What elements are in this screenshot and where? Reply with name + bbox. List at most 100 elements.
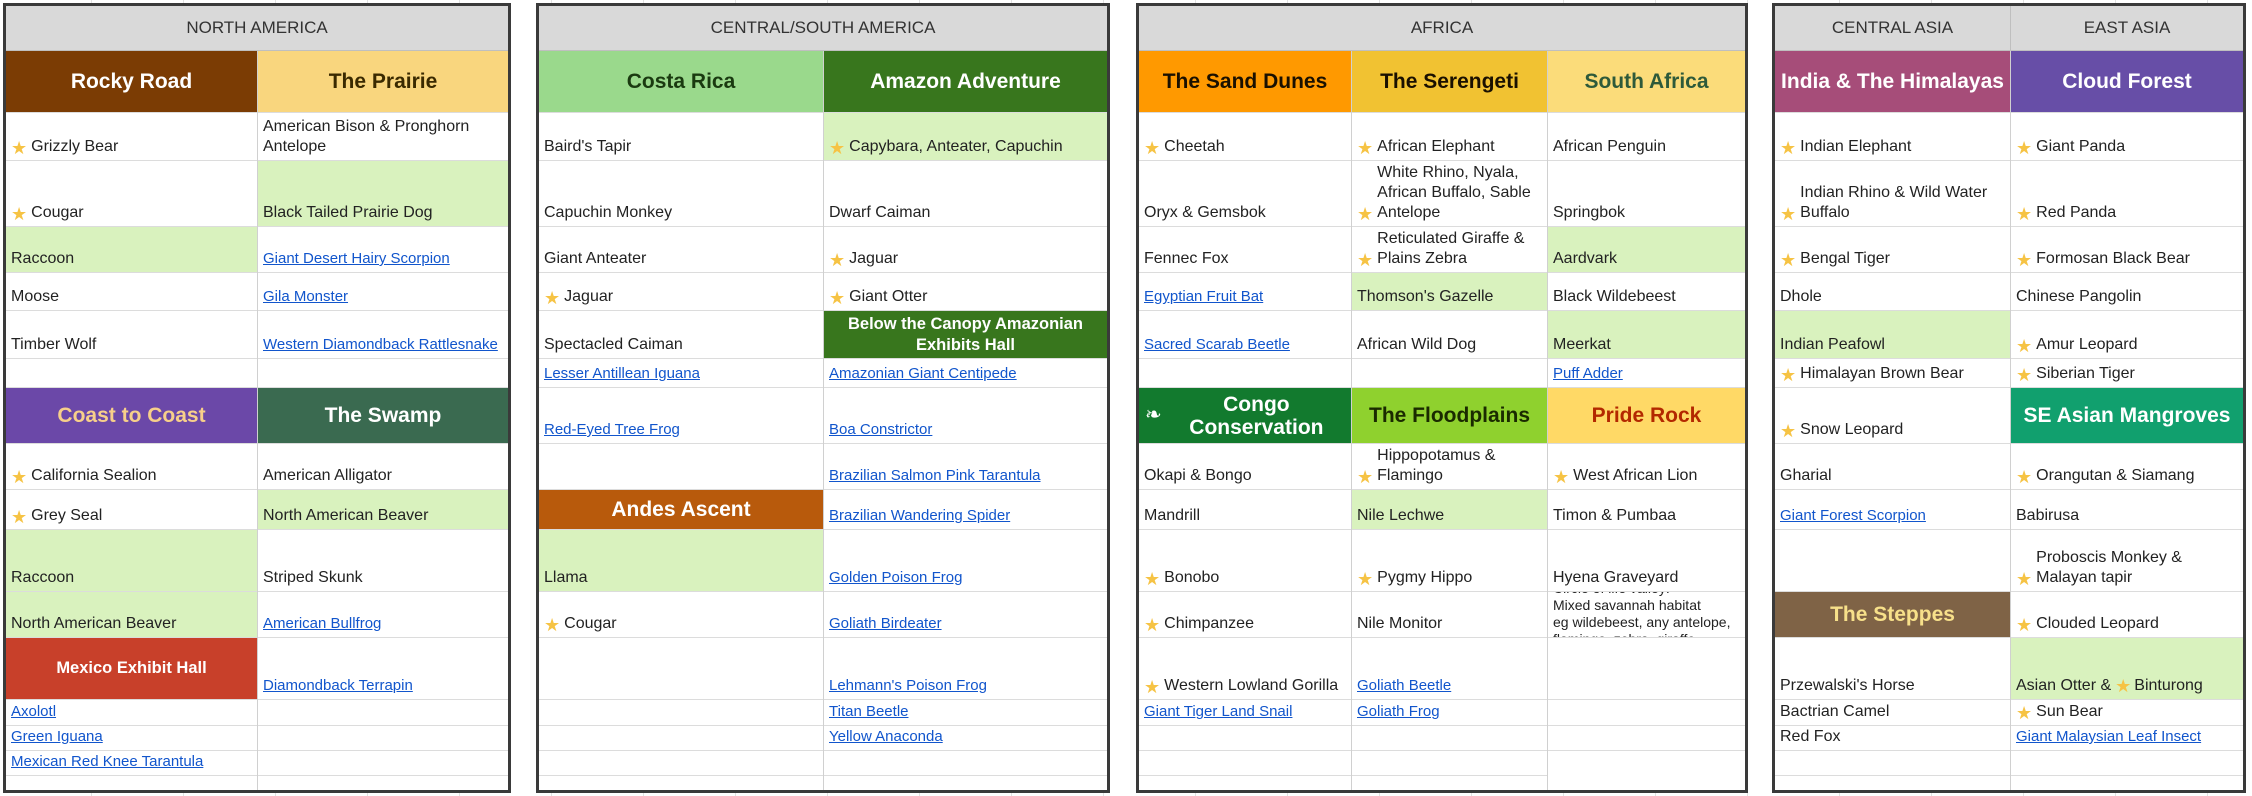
animal-link[interactable]: Lesser Antillean Iguana [544,364,700,384]
animal-cell[interactable]: Yellow Anaconda [824,726,1107,751]
animal-cell[interactable]: Boa Constrictor [824,388,1107,444]
animal-link[interactable]: Giant Malaysian Leaf Insect [2016,727,2201,747]
animal-cell[interactable]: ★ Chimpanzee [1139,592,1351,638]
exhibit-header-the-floodplains[interactable]: The Floodplains [1352,388,1547,444]
animal-cell[interactable]: ★ Snow Leopard [1775,388,2010,444]
animal-cell[interactable]: ★ California Sealion [6,444,257,490]
animal-cell[interactable]: Amazonian Giant Centipede [824,359,1107,388]
animal-cell[interactable]: Timber Wolf [6,311,257,359]
animal-cell[interactable]: Nile Monitor [1352,592,1547,638]
exhibit-header-costa-rica[interactable]: Costa Rica [539,51,823,113]
empty-cell[interactable] [1775,530,2010,592]
animal-cell[interactable]: Green Iguana [6,726,257,751]
animal-cell[interactable]: Lehmann's Poison Frog [824,638,1107,700]
animal-cell[interactable]: African Wild Dog [1352,311,1547,359]
animal-cell[interactable]: ★ Indian Rhino & Wild Water Buffalo [1775,161,2010,227]
exhibit-header-se-asian-mangroves[interactable]: SE Asian Mangroves [2011,388,2243,444]
animal-cell[interactable]: Raccoon [6,530,257,592]
animal-link[interactable]: Giant Forest Scorpion [1780,506,1926,526]
animal-cell[interactable]: Moose [6,273,257,311]
animal-cell[interactable]: Aardvark [1548,227,1745,273]
animal-cell[interactable]: Giant Desert Hairy Scorpion [258,227,508,273]
animal-cell[interactable]: ★ Western Lowland Gorilla [1139,638,1351,700]
animal-cell[interactable]: American Bullfrog [258,592,508,638]
animal-cell[interactable]: ★ Cougar [6,161,257,227]
animal-cell[interactable]: Black Wildebeest [1548,273,1745,311]
animal-link[interactable]: Sacred Scarab Beetle [1144,335,1290,355]
animal-cell[interactable]: Circle of life valley: Mixed savannah ha… [1548,592,1745,638]
animal-cell[interactable]: Meerkat [1548,311,1745,359]
animal-cell[interactable]: Titan Beetle [824,700,1107,726]
animal-cell[interactable]: Giant Tiger Land Snail [1139,700,1351,726]
animal-cell[interactable]: American Alligator [258,444,508,490]
animal-cell[interactable]: Goliath Birdeater [824,592,1107,638]
exhibit-header-coast-to-coast[interactable]: Coast to Coast [6,388,257,444]
empty-cell[interactable] [6,359,257,388]
animal-link[interactable]: Giant Tiger Land Snail [1144,702,1292,722]
exhibit-header-rocky-road[interactable]: Rocky Road [6,51,257,113]
empty-cell[interactable] [1139,359,1351,388]
animal-cell[interactable]: ★ Clouded Leopard [2011,592,2243,638]
animal-cell[interactable]: African Penguin [1548,113,1745,161]
animal-cell[interactable]: ★ Himalayan Brown Bear [1775,359,2010,388]
exhibit-header-the-sand-dunes[interactable]: The Sand Dunes [1139,51,1351,113]
animal-cell[interactable]: Raccoon [6,227,257,273]
animal-cell[interactable]: North American Beaver [6,592,257,638]
animal-cell[interactable]: Nile Lechwe [1352,490,1547,530]
animal-link[interactable]: Western Diamondback Rattlesnake [263,335,498,355]
animal-cell[interactable]: ★ Cheetah [1139,113,1351,161]
animal-cell[interactable]: Giant Forest Scorpion [1775,490,2010,530]
animal-cell[interactable]: Sacred Scarab Beetle [1139,311,1351,359]
animal-link[interactable]: Amazonian Giant Centipede [829,364,1017,384]
exhibit-header-below-the-canopy-amazonian-exhibits-hall[interactable]: Below the Canopy Amazonian Exhibits Hall [824,311,1107,359]
exhibit-header-the-swamp[interactable]: The Swamp [258,388,508,444]
empty-cell[interactable] [1548,726,1745,751]
animal-cell[interactable]: Red Fox [1775,726,2010,751]
exhibit-header-south-africa[interactable]: South Africa [1548,51,1745,113]
animal-cell[interactable]: Hyena Graveyard [1548,530,1745,592]
empty-cell[interactable] [1139,726,1351,751]
animal-cell[interactable]: Asian Otter & ★ Binturong [2011,638,2243,700]
exhibit-header-mexico-exhibit-hall[interactable]: Mexico Exhibit Hall [6,638,257,700]
animal-cell[interactable]: Spectacled Caiman [539,311,823,359]
animal-cell[interactable]: Okapi & Bongo [1139,444,1351,490]
animal-cell[interactable]: ★ Capybara, Anteater, Capuchin [824,113,1107,161]
animal-link[interactable]: American Bullfrog [263,614,381,634]
exhibit-header-the-serengeti[interactable]: The Serengeti [1352,51,1547,113]
animal-cell[interactable]: ★ West African Lion [1548,444,1745,490]
animal-cell[interactable]: ★ African Elephant [1352,113,1547,161]
animal-cell[interactable]: Diamondback Terrapin [258,638,508,700]
animal-cell[interactable]: Brazilian Salmon Pink Tarantula [824,444,1107,490]
animal-cell[interactable]: Bactrian Camel [1775,700,2010,726]
empty-cell[interactable] [539,700,823,726]
animal-link[interactable]: Yellow Anaconda [829,727,943,747]
animal-cell[interactable]: Capuchin Monkey [539,161,823,227]
animal-cell[interactable]: Oryx & Gemsbok [1139,161,1351,227]
animal-link[interactable]: Gila Monster [263,287,348,307]
animal-cell[interactable]: Gharial [1775,444,2010,490]
animal-cell[interactable]: ★ Indian Elephant [1775,113,2010,161]
animal-cell[interactable]: Axolotl [6,700,257,726]
animal-cell[interactable]: Timon & Pumbaa [1548,490,1745,530]
empty-cell[interactable] [1352,751,1547,776]
animal-link[interactable]: Goliath Beetle [1357,676,1451,696]
empty-cell[interactable] [1139,751,1351,776]
animal-link[interactable]: Green Iguana [11,727,103,747]
empty-cell[interactable] [539,444,823,490]
empty-cell[interactable] [258,726,508,751]
animal-cell[interactable]: ★ Reticulated Giraffe & Plains Zebra [1352,227,1547,273]
animal-cell[interactable]: Fennec Fox [1139,227,1351,273]
animal-cell[interactable]: ★ Proboscis Monkey & Malayan tapir [2011,530,2243,592]
animal-cell[interactable]: Dwarf Caiman [824,161,1107,227]
animal-cell[interactable]: Brazilian Wandering Spider [824,490,1107,530]
region-header[interactable]: AFRICA [1139,6,1745,51]
animal-cell[interactable]: Red-Eyed Tree Frog [539,388,823,444]
animal-cell[interactable]: ★ Sun Bear [2011,700,2243,726]
empty-cell[interactable] [1352,726,1547,751]
animal-cell[interactable]: Llama [539,530,823,592]
animal-cell[interactable]: Striped Skunk [258,530,508,592]
exhibit-header-the-steppes[interactable]: The Steppes [1775,592,2010,638]
animal-cell[interactable]: ★ Bonobo [1139,530,1351,592]
exhibit-header-pride-rock[interactable]: Pride Rock [1548,388,1745,444]
empty-cell[interactable] [539,638,823,700]
